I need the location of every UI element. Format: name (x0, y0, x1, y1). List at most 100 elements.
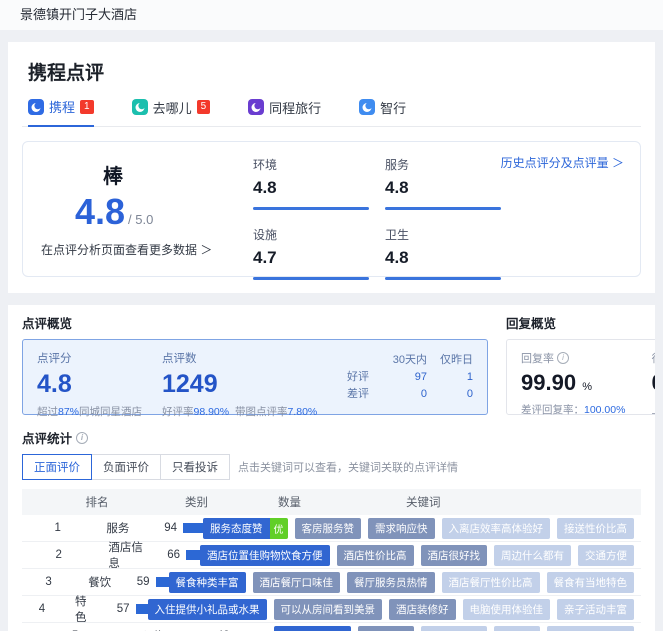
reply-overview-title: 回复概览 (506, 313, 655, 332)
review-stats-title: 点评统计i (22, 428, 641, 447)
hotel-name: 景德镇开门子大酒店 (20, 7, 137, 22)
sub-score-facility: 设施 4.7 (253, 226, 369, 280)
platform-tabbar: 携程 1 去哪儿 5 同程旅行 智 (22, 97, 641, 127)
keyword-tag[interactable]: 酒店位置佳购物饮食方便 (200, 545, 330, 566)
zhixing-icon (359, 99, 375, 115)
tab-qunar-badge: 5 (197, 100, 211, 114)
keyword-tag[interactable]: 亲子活动丰富 (557, 599, 634, 620)
score-panel: 棒 4.8 / 5.0 在点评分析页面查看更多数据 ＞ 环境 4.8 服务 4.… (22, 141, 641, 277)
keyword-tag[interactable]: 需求响应快 (368, 518, 435, 539)
keyword-tag[interactable]: 餐食有当地特色 (547, 572, 635, 593)
keyword-tag[interactable]: 交通方便 (578, 545, 634, 566)
review-overview-title: 点评概览 (22, 313, 488, 332)
keyword-tag[interactable]: 床很舒服 (358, 626, 414, 631)
tab-zhixing-label: 智行 (380, 98, 406, 117)
bad-review-row: 差评 0 0 (327, 386, 473, 403)
filter-hint: 点击关键词可以查看，关键词关联的点评详情 (238, 459, 458, 475)
review-overview-box: 点评分 4.8 超过87%同城同星酒店 点评数 1249 好评率98.90% 带… (22, 339, 488, 415)
review-count-label: 点评数 (162, 350, 327, 366)
keyword-tag[interactable]: 网速好 (494, 626, 540, 631)
keyword-tag[interactable]: 入离店效率高体验好 (442, 518, 551, 539)
history-score-link[interactable]: 历史点评分及点评量 ＞ (501, 154, 624, 171)
keyword-tag[interactable]: 客房服务赞 (295, 518, 362, 539)
tab-tongcheng-label: 同程旅行 (269, 98, 321, 117)
keyword-tag[interactable]: 餐厅服务员热情 (347, 572, 435, 593)
keyword-tag[interactable]: 服务态度赞 (203, 518, 270, 539)
review-count-value: 1249 (162, 370, 327, 399)
pending-reply-label: 待回复差评数 (651, 350, 655, 366)
good-review-row: 好评 97 1 (327, 369, 473, 386)
tab-qunar-label: 去哪儿 (153, 98, 192, 117)
info-icon: i (557, 352, 569, 364)
overall-score-block: 棒 4.8 / 5.0 在点评分析页面查看更多数据 ＞ (41, 156, 253, 258)
col-category: 类别 (172, 494, 262, 510)
keyword-tag[interactable]: 酒店餐厅性价比高 (442, 572, 540, 593)
keyword-tag[interactable]: 可以从房间看到美景 (274, 599, 383, 620)
score-bar (253, 277, 369, 280)
reply-rate-value: 99.90 % (521, 370, 625, 396)
keyword-tag[interactable]: 餐食种类丰富 (169, 572, 246, 593)
keyword-tag[interactable]: 酒店餐厅口味佳 (253, 572, 341, 593)
keyword-tag[interactable]: 酒店装修好 (389, 599, 456, 620)
qunar-icon (132, 99, 148, 115)
sub-score-service: 服务 4.8 (385, 156, 501, 210)
review-score-value: 4.8 (37, 370, 162, 399)
review-score-label: 点评分 (37, 350, 162, 366)
keyword-tag[interactable]: 周边什么都有 (494, 545, 571, 566)
ctrip-icon (28, 99, 44, 115)
tab-qunar[interactable]: 去哪儿 5 (132, 97, 211, 126)
keyword-tag[interactable]: 入住提供小礼品或水果 (148, 599, 267, 620)
keyword-tag[interactable]: 酒店很好找 (421, 545, 488, 566)
hotel-name-bar: 景德镇开门子大酒店 (0, 0, 663, 30)
col-30days: 30天内 (369, 352, 427, 369)
count-bar (156, 577, 169, 587)
stats-card: 点评概览 点评分 4.8 超过87%同城同星酒店 点评数 1249 好评率98.… (8, 305, 655, 631)
tab-tongcheng[interactable]: 同程旅行 (248, 97, 321, 126)
table-row: 2 酒店信息 66 酒店位置佳购物饮食方便 酒店性价比高 酒店很好找 周边什么都… (22, 542, 641, 569)
col-yesterday: 仅昨日 (427, 352, 473, 369)
table-row: 5 入住 48 酒店停车方便 床很舒服 房间隔音好 网速好 卫生间设计合理 (22, 623, 641, 631)
bad-reply-rate: 差评回复率：100.00% (521, 402, 625, 417)
overall-score: 4.8 (75, 191, 125, 233)
col-keywords: 关键词 (372, 494, 641, 510)
recent-review-table: 30天内 仅昨日 好评 97 1 差评 0 0 (327, 350, 473, 404)
keyword-tag[interactable]: 酒店性价比高 (337, 545, 414, 566)
score-bar (385, 207, 501, 210)
filter-complaints[interactable]: 只看投诉 (160, 454, 230, 480)
tab-zhixing[interactable]: 智行 (359, 97, 406, 126)
col-count: 数量 (262, 494, 372, 510)
keyword-tag[interactable]: 接送性价比高 (557, 518, 634, 539)
excellent-badge: 优 (270, 518, 288, 539)
review-score-note: 超过87%同城同星酒店 (37, 404, 162, 419)
keyword-tag[interactable]: 酒店停车方便 (274, 626, 351, 631)
table-row: 4 特色 57 入住提供小礼品或水果 可以从房间看到美景 酒店装修好 电脑使用体… (22, 596, 641, 623)
page-title: 携程点评 (22, 54, 641, 97)
tongcheng-icon (248, 99, 264, 115)
keyword-tag[interactable]: 卫生间设计合理 (547, 626, 635, 631)
table-row: 3 餐饮 59 餐食种类丰富 酒店餐厅口味佳 餐厅服务员热情 酒店餐厅性价比高 … (22, 569, 641, 596)
last-reply: 上次回复：3天前 (651, 402, 655, 417)
tab-ctrip[interactable]: 携程 1 (28, 97, 94, 127)
keyword-table-header: 排名 类别 数量 关键词 (22, 489, 641, 515)
reply-overview-box: 回复率i 99.90 % 差评回复率：100.00% 待回复差评数 0 上次回复… (506, 339, 655, 415)
keyword-tag[interactable]: 房间隔音好 (421, 626, 488, 631)
keyword-tag[interactable]: 电脑使用体验佳 (463, 599, 551, 620)
ctrip-review-card: 携程点评 携程 1 去哪儿 5 同程 (8, 42, 655, 293)
count-bar (186, 550, 200, 560)
filter-positive[interactable]: 正面评价 (22, 454, 92, 480)
keyword-table: 排名 类别 数量 关键词 1 服务 94 服务态度赞优 客房服务赞 需求响应快 … (22, 489, 641, 631)
stats-filter-row: 正面评价 负面评价 只看投诉 点击关键词可以查看，关键词关联的点评详情 (22, 454, 641, 480)
tab-ctrip-badge: 1 (80, 100, 94, 114)
pending-reply-value: 0 (651, 370, 655, 396)
sub-score-hygiene: 卫生 4.8 (385, 226, 501, 280)
reply-overview-section: 回复概览 回复率i 99.90 % 差评回复率：100.00% 待回复差评数 0… (506, 313, 655, 415)
score-bar (253, 207, 369, 210)
score-grade: 棒 (103, 160, 253, 189)
tab-ctrip-label: 携程 (49, 97, 75, 116)
reply-rate-label: 回复率i (521, 350, 625, 366)
filter-negative[interactable]: 负面评价 (91, 454, 161, 480)
score-bar (385, 277, 501, 280)
count-bar (136, 604, 148, 614)
review-overview-section: 点评概览 点评分 4.8 超过87%同城同星酒店 点评数 1249 好评率98.… (22, 313, 488, 415)
more-data-link[interactable]: 在点评分析页面查看更多数据 ＞ (41, 241, 253, 258)
